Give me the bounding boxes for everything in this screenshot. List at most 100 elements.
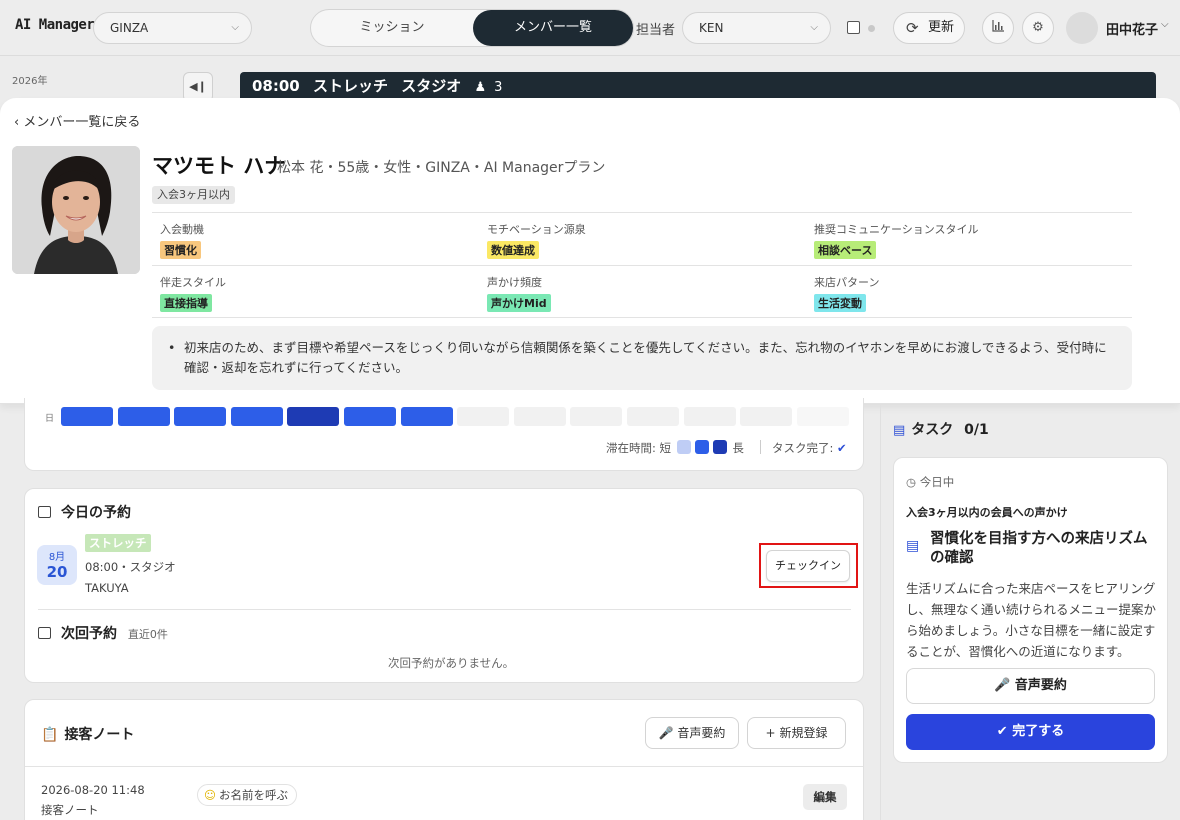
store-select[interactable]: GINZA ⌵: [93, 12, 252, 44]
complete-task-label: 完了する: [1012, 724, 1065, 739]
settings-button[interactable]: ⚙: [1022, 12, 1054, 44]
visit-bar: [457, 407, 510, 426]
refresh-icon: ⟳: [906, 19, 919, 37]
visit-bar: [627, 407, 679, 426]
program-tag: ストレッチ: [85, 534, 151, 552]
notes-heading: 📋 接客ノート: [41, 724, 134, 744]
divider: [38, 609, 851, 610]
filter-checkbox[interactable]: [847, 21, 860, 34]
notes-title: 接客ノート: [64, 727, 135, 743]
back-to-member-list[interactable]: ‹ メンバー一覧に戻る: [14, 111, 140, 130]
assignee-label: 担当者: [636, 23, 676, 38]
legend-divider: [760, 440, 761, 454]
legend-long-label: 長: [732, 441, 744, 455]
service-notes-card: [24, 699, 864, 820]
participants-icon: ♟: [474, 80, 487, 95]
visit-bar: [740, 407, 793, 426]
chat-icon: ▤: [906, 538, 920, 554]
top-bar: AI Manager GINZA ⌵ ミッション メンバー一覧 担当者 KEN …: [0, 0, 1180, 56]
refresh-label: 更新: [928, 20, 955, 35]
chevron-down-icon[interactable]: ⌵: [1161, 19, 1169, 30]
task-description: 生活リズムに合った来店ペースをヒアリングし、無理なく通い続けられるメニュー提案か…: [906, 581, 1157, 659]
complete-task-button[interactable]: ✔ 完了する: [906, 714, 1155, 750]
task-category: 入会3ヶ月以内の会員への声かけ: [906, 506, 1068, 519]
attribute-key: 来店パターン: [814, 276, 880, 289]
refresh-button[interactable]: ⟳ 更新: [893, 12, 965, 44]
visit-bar: [287, 407, 340, 426]
visit-bar: [796, 407, 849, 426]
attribute-key: 推奨コミュニケーションスタイル: [814, 223, 979, 236]
session-program: ストレッチ: [312, 77, 388, 95]
checkin-button[interactable]: チェックイン: [766, 550, 850, 582]
next-reservation-title: 次回予約: [61, 626, 117, 642]
reservation-trainer: TAKUYA: [85, 581, 129, 595]
tab-member-list[interactable]: メンバー一覧: [473, 10, 633, 46]
task-done-legend: タスク完了: ✔: [772, 440, 847, 456]
new-note-button[interactable]: + 新規登録: [747, 717, 846, 749]
attribute-value: 数値達成: [487, 241, 539, 259]
member-attributes: 入会動機 習慣化 モチベーション源泉 数値達成 推奨コミュニケーションスタイル …: [152, 212, 1132, 318]
legend-short-label: 滞在時間: 短: [606, 441, 672, 455]
session-room: スタジオ: [401, 77, 462, 95]
reservation-time-place: 08:00・スタジオ: [85, 560, 176, 574]
task-done-label: タスク完了:: [772, 441, 834, 455]
note-type: 接客ノート: [41, 803, 99, 817]
view-tabs: ミッション メンバー一覧: [310, 9, 634, 47]
app-logo: AI Manager: [15, 17, 95, 33]
task-voice-summary-button[interactable]: 🎤 音声要約: [906, 668, 1155, 704]
visit-bar: [61, 407, 113, 426]
voice-summary-label: 音声要約: [677, 726, 726, 740]
visit-row-label: 日: [45, 414, 55, 424]
attribute-cell: 来店パターン 生活変動: [814, 274, 879, 312]
attribute-value: 生活変動: [814, 294, 866, 312]
check-circle-icon: ✔: [837, 441, 847, 455]
bullet-icon: •: [168, 340, 176, 355]
tasks-count: 0/1: [964, 422, 989, 438]
member-photo: [12, 146, 140, 274]
clipboard-icon: 📋: [41, 727, 59, 743]
voice-summary-button[interactable]: 🎤 音声要約: [645, 717, 739, 749]
attribute-row: 伴走スタイル 直接指導 声かけ頻度 声かけMid 来店パターン 生活変動: [152, 265, 1132, 318]
reservation-day: 20: [46, 563, 68, 581]
chevron-left-icon: ‹: [14, 115, 20, 130]
back-label: メンバー一覧に戻る: [23, 115, 141, 130]
assignee-select[interactable]: KEN ⌵: [682, 12, 831, 44]
participant-count: 3: [494, 80, 503, 95]
clock-icon: ◷: [906, 475, 917, 489]
assignee-select-value: KEN: [699, 21, 724, 35]
reservation-month: 8月: [48, 552, 66, 563]
next-reservation-count: 直近0件: [127, 628, 168, 641]
column-divider: [880, 404, 881, 820]
task-voice-label: 音声要約: [1014, 678, 1067, 693]
session-time: 08:00: [252, 77, 300, 95]
edit-note-button[interactable]: 編集: [803, 784, 847, 810]
visit-bar: [683, 407, 736, 426]
reservation-date: 8月 20: [37, 545, 77, 585]
task-due-label: 今日中: [919, 475, 955, 489]
attribute-key: 声かけ頻度: [487, 276, 542, 289]
avatar[interactable]: [1066, 12, 1098, 44]
attribute-value: 声かけMid: [487, 294, 551, 312]
calendar-icon: [38, 506, 51, 518]
attribute-key: 伴走スタイル: [160, 276, 226, 289]
tab-mission[interactable]: ミッション: [311, 10, 473, 46]
plus-icon: +: [765, 726, 776, 740]
reservations-card: [24, 488, 864, 683]
microphone-icon: 🎤: [994, 678, 1011, 693]
visit-bar: [230, 407, 283, 426]
attribute-cell: 声かけ頻度 声かけMid: [487, 274, 551, 312]
duration-legend: 滞在時間: 短 長: [606, 440, 744, 456]
chevron-down-icon: ⌵: [231, 22, 239, 33]
collapse-icon: ◀❙: [189, 80, 207, 93]
tasks-heading: ▤ タスク 0/1: [893, 419, 989, 439]
new-note-label: 新規登録: [779, 726, 828, 740]
attribute-value: 直接指導: [160, 294, 212, 312]
analytics-button[interactable]: [982, 12, 1014, 44]
visit-bar: [117, 407, 170, 426]
year-label: 2026年: [12, 76, 48, 87]
user-name[interactable]: 田中花子: [1106, 19, 1158, 38]
note-tag-label: お名前を呼ぶ: [219, 788, 288, 802]
visit-bar: [570, 407, 623, 426]
chat-icon: ▤: [893, 423, 906, 438]
tasks-title: タスク: [911, 422, 954, 438]
